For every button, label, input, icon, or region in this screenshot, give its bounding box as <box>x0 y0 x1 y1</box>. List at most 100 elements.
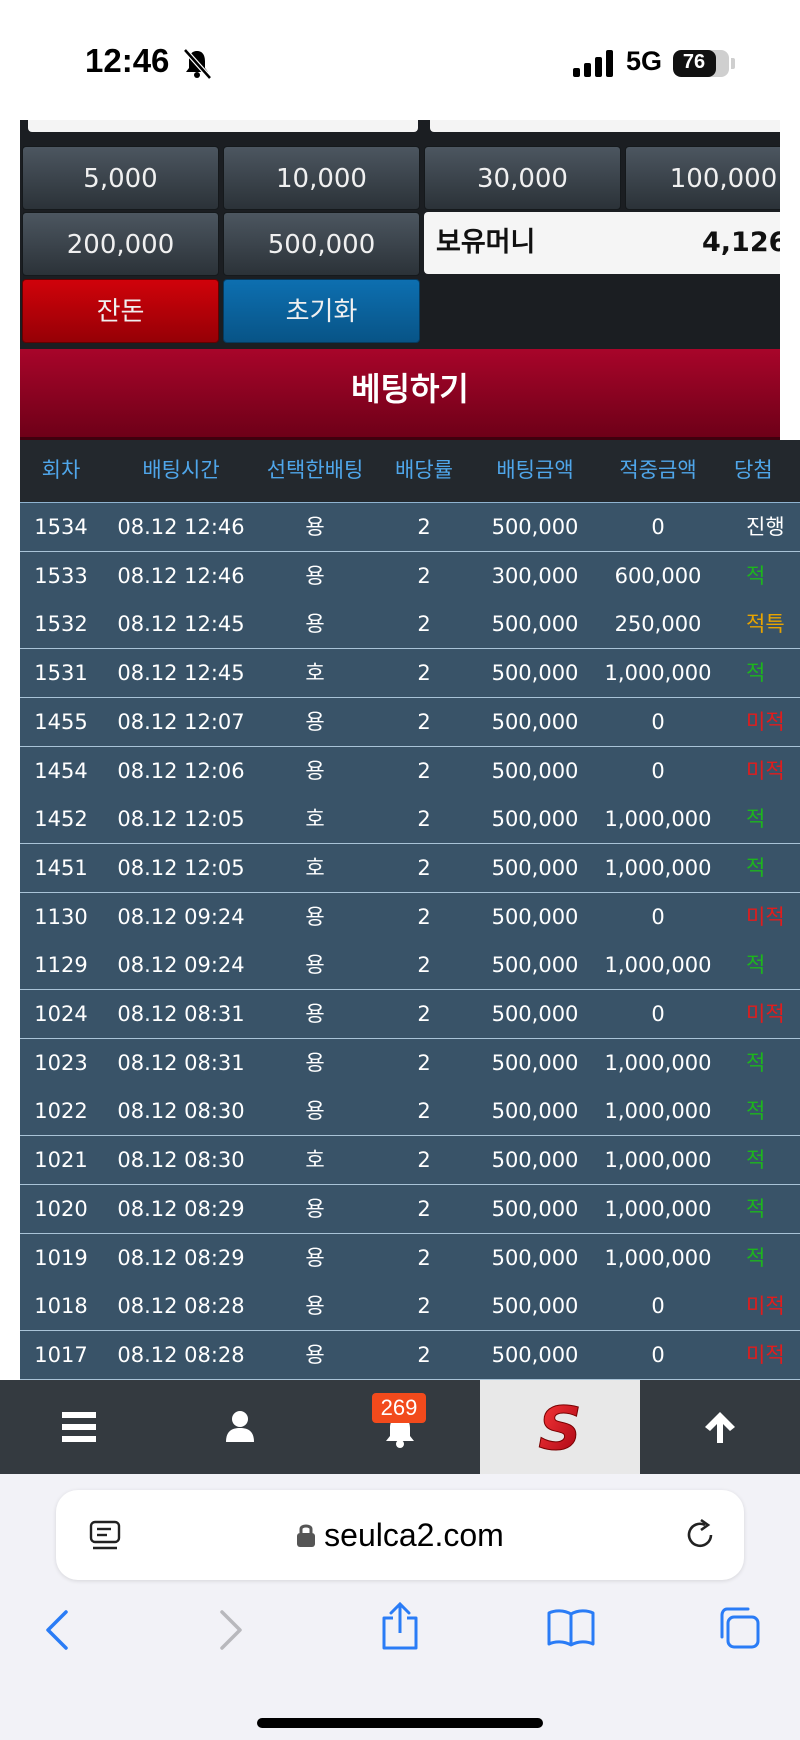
reset-button[interactable]: 초기화 <box>223 279 420 343</box>
cell-odds: 2 <box>417 1294 431 1319</box>
menu-button[interactable] <box>0 1380 160 1474</box>
cell-result: 적 <box>746 1245 766 1270</box>
table-row: 1130 08.12 09:24 용 2 500,000 0 미적 <box>20 892 800 942</box>
cell-round: 1017 <box>34 1342 88 1367</box>
user-icon <box>226 1411 254 1442</box>
menu-icon <box>62 1412 96 1442</box>
cell-win: 0 <box>651 1002 665 1026</box>
cell-pick: 용 <box>305 758 325 783</box>
cell-win: 1,000,000 <box>604 807 712 832</box>
cell-odds: 2 <box>417 1050 431 1075</box>
cell-win: 1,000,000 <box>604 1050 712 1075</box>
cell-round: 1451 <box>34 855 88 880</box>
table-row: 1018 08.12 08:28 용 2 500,000 0 미적 <box>20 1282 800 1332</box>
money-label: 보유머니 <box>436 227 536 258</box>
bookmarks-icon[interactable] <box>546 1608 596 1648</box>
share-icon[interactable] <box>380 1602 420 1650</box>
column-header-result: 당첨 <box>734 458 773 482</box>
cell-result: 미적 <box>746 904 785 929</box>
cell-odds: 2 <box>417 1245 431 1270</box>
site-bottom-nav: 269 S <box>0 1380 800 1474</box>
amount-button-30000[interactable]: 30,000 <box>424 146 621 210</box>
change-button[interactable]: 잔돈 <box>22 279 219 343</box>
cell-bet: 500,000 <box>491 904 579 929</box>
cell-result: 적 <box>746 1148 766 1173</box>
cell-pick: 호 <box>305 807 325 832</box>
cell-time: 08.12 12:45 <box>117 661 245 686</box>
cell-round: 1020 <box>34 1196 88 1221</box>
profile-button[interactable] <box>160 1380 320 1474</box>
cell-time: 08.12 08:28 <box>117 1342 245 1367</box>
top-tab-right <box>430 120 780 132</box>
tabs-icon[interactable] <box>716 1605 762 1651</box>
cell-odds: 2 <box>417 1196 431 1221</box>
cell-pick: 용 <box>305 1099 325 1124</box>
cell-win: 0 <box>651 1294 665 1319</box>
arrow-up-icon <box>705 1412 735 1443</box>
cell-pick: 용 <box>305 1196 325 1221</box>
cell-odds: 2 <box>417 904 431 929</box>
cell-time: 08.12 08:30 <box>117 1099 245 1124</box>
address-bar[interactable]: seulca2.com <box>56 1490 744 1580</box>
cell-odds: 2 <box>417 612 431 637</box>
cell-pick: 용 <box>305 515 325 539</box>
amount-button-10000[interactable]: 10,000 <box>223 146 420 210</box>
top-tab-left <box>28 120 418 132</box>
cell-odds: 2 <box>417 709 431 734</box>
cell-bet: 500,000 <box>491 953 579 978</box>
reload-icon[interactable] <box>683 1518 717 1552</box>
amount-button-5000[interactable]: 5,000 <box>22 146 219 210</box>
cell-win: 600,000 <box>614 563 702 588</box>
amount-button-500000[interactable]: 500,000 <box>223 212 420 276</box>
cell-odds: 2 <box>417 1002 431 1026</box>
place-bet-button[interactable]: 베팅하기 <box>20 349 780 440</box>
column-header-bet: 배팅금액 <box>496 458 574 482</box>
column-header-time: 배팅시간 <box>142 458 220 482</box>
cell-time: 08.12 09:24 <box>117 904 245 929</box>
cell-odds: 2 <box>417 1148 431 1173</box>
url-text[interactable]: seulca2.com <box>56 1490 744 1580</box>
table-row: 1452 08.12 12:05 호 2 500,000 1,000,000 적 <box>20 795 800 845</box>
cell-odds: 2 <box>417 758 431 783</box>
cell-pick: 호 <box>305 661 325 686</box>
cell-round: 1018 <box>34 1294 88 1319</box>
cell-round: 1531 <box>34 661 88 686</box>
table-row: 1534 08.12 12:46 용 2 500,000 0 진행 <box>20 503 800 552</box>
cell-result: 적 <box>746 1099 766 1124</box>
cell-round: 1454 <box>34 758 88 783</box>
cell-pick: 용 <box>305 904 325 929</box>
forward-icon[interactable] <box>218 1610 244 1650</box>
money-value: 4,126,3 <box>702 227 780 258</box>
cell-win: 250,000 <box>614 612 702 637</box>
cell-bet: 500,000 <box>491 758 579 783</box>
table-row: 1020 08.12 08:29 용 2 500,000 1,000,000 적 <box>20 1184 800 1234</box>
status-time: 12:46 <box>85 42 170 79</box>
table-row: 1129 08.12 09:24 용 2 500,000 1,000,000 적 <box>20 941 800 991</box>
history-table-header: 회차 배팅시간 선택한배팅 배당률 배팅금액 적중금액 당첨 <box>20 440 800 503</box>
cell-bet: 500,000 <box>491 661 579 686</box>
amount-button-200000[interactable]: 200,000 <box>22 212 219 276</box>
battery-cap <box>731 58 735 69</box>
cell-result: 미적 <box>746 1002 785 1026</box>
scroll-top-button[interactable] <box>640 1380 800 1474</box>
cell-bet: 500,000 <box>491 807 579 832</box>
bell-muted-icon <box>183 48 212 80</box>
cell-round: 1532 <box>34 612 88 637</box>
cell-win: 0 <box>651 758 665 783</box>
back-icon[interactable] <box>44 1610 70 1650</box>
cell-win: 1,000,000 <box>604 1245 712 1270</box>
cell-bet: 500,000 <box>491 1099 579 1124</box>
cell-pick: 용 <box>305 953 325 978</box>
cell-result: 미적 <box>746 709 785 734</box>
cell-result: 적 <box>746 1196 766 1221</box>
cell-time: 08.12 12:46 <box>117 515 245 539</box>
column-header-odds: 배당률 <box>395 458 453 482</box>
table-row: 1531 08.12 12:45 호 2 500,000 1,000,000 적 <box>20 649 800 699</box>
cell-win: 1,000,000 <box>604 953 712 978</box>
site-logo-button[interactable]: S <box>480 1380 640 1474</box>
cell-result: 적특 <box>746 612 785 637</box>
amount-button-100000[interactable]: 100,000 <box>625 146 780 210</box>
cell-round: 1129 <box>34 953 88 978</box>
status-bar: 12:46 5G 76 <box>0 0 800 120</box>
cell-odds: 2 <box>417 515 431 539</box>
